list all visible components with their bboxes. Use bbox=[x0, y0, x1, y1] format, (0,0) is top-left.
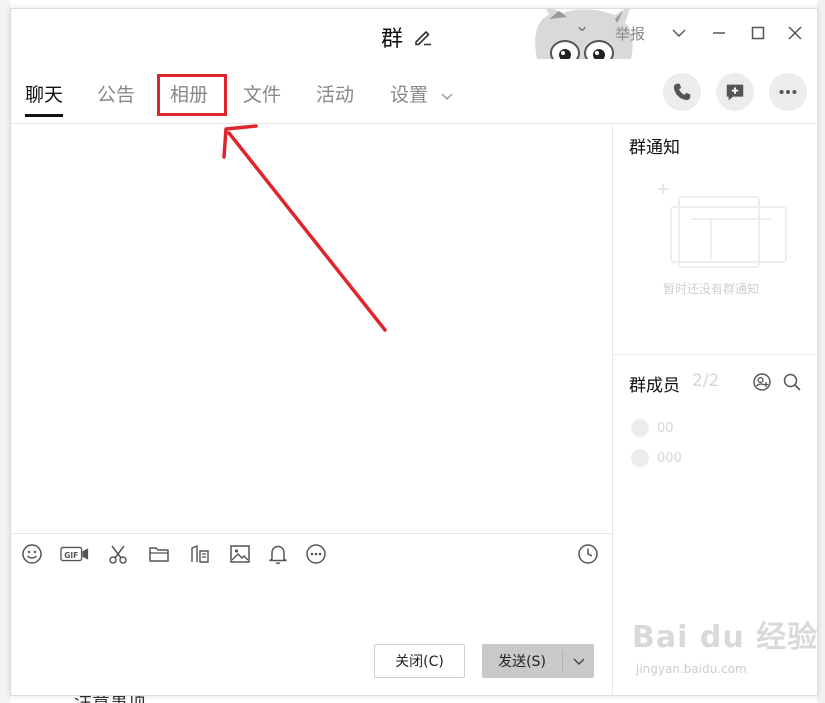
member-name: 000 bbox=[657, 450, 682, 466]
baidu-watermark: Bai du 经验 jingyan.baidu.com bbox=[632, 612, 822, 692]
member-name: 00 bbox=[657, 420, 674, 436]
close-button[interactable]: 关闭(C) bbox=[374, 644, 465, 678]
close-icon bbox=[788, 26, 802, 40]
watermark-logo-text: Bai du 经验 bbox=[632, 620, 819, 655]
screenshot-button[interactable] bbox=[105, 541, 131, 567]
report-link[interactable]: 举报 bbox=[615, 23, 645, 44]
tab-announcement[interactable]: 公告 bbox=[97, 83, 135, 117]
gif-icon: GIF bbox=[60, 546, 89, 562]
title-bar: 群 举报 bbox=[11, 9, 817, 61]
group-chat-window: 群 举报 聊天 公告 相册 文件 活动 设置 GIF 关闭(C) 发送(S) 群… bbox=[10, 8, 818, 696]
search-members-button[interactable] bbox=[781, 371, 803, 393]
new-message-button[interactable] bbox=[716, 73, 754, 111]
invite-member-button[interactable] bbox=[751, 371, 773, 393]
send-button-label: 发送(S) bbox=[498, 654, 546, 670]
send-button[interactable]: 发送(S) bbox=[482, 644, 594, 678]
phone-icon bbox=[673, 83, 691, 101]
send-file-button[interactable] bbox=[146, 541, 172, 567]
sidebar-section-divider bbox=[613, 354, 817, 355]
more-circle-icon bbox=[306, 544, 326, 564]
minimize-button[interactable] bbox=[707, 21, 731, 45]
edit-pencil-icon[interactable] bbox=[413, 27, 433, 47]
gif-button[interactable]: GIF bbox=[59, 541, 91, 567]
message-area[interactable] bbox=[11, 124, 612, 534]
chevron-down-icon bbox=[672, 29, 686, 38]
history-button[interactable] bbox=[575, 541, 601, 567]
dropdown-button[interactable] bbox=[667, 21, 691, 45]
send-image-button[interactable] bbox=[227, 541, 253, 567]
send-options-dropdown[interactable] bbox=[563, 654, 594, 668]
call-button[interactable] bbox=[663, 73, 701, 111]
rich-text-button[interactable] bbox=[187, 541, 213, 567]
message-input[interactable] bbox=[11, 575, 612, 637]
image-icon bbox=[230, 545, 250, 563]
search-icon bbox=[783, 373, 801, 391]
tab-bar: 聊天 公告 相册 文件 活动 设置 bbox=[11, 71, 611, 123]
message-add-icon bbox=[726, 84, 744, 101]
input-divider bbox=[11, 533, 612, 534]
member-list-item[interactable]: 000 bbox=[631, 447, 682, 469]
reminder-button[interactable] bbox=[265, 541, 291, 567]
clock-icon bbox=[578, 544, 598, 564]
rich-text-icon bbox=[191, 544, 209, 563]
group-notice-title: 群通知 bbox=[629, 138, 680, 158]
avatar bbox=[631, 449, 649, 467]
group-members-count: 2/2 bbox=[692, 371, 720, 391]
add-member-icon bbox=[753, 373, 771, 391]
tab-activity[interactable]: 活动 bbox=[316, 83, 354, 117]
chevron-down-icon bbox=[573, 658, 584, 665]
maximize-icon bbox=[751, 26, 765, 40]
close-window-button[interactable] bbox=[783, 21, 807, 45]
sidebar-divider bbox=[612, 124, 613, 695]
tab-files[interactable]: 文件 bbox=[243, 83, 281, 117]
tab-chat[interactable]: 聊天 bbox=[25, 83, 64, 117]
group-name: 群 bbox=[381, 27, 404, 52]
group-members-title: 群成员 bbox=[629, 376, 680, 396]
album-highlight-box bbox=[157, 74, 227, 116]
more-horizontal-icon bbox=[779, 89, 797, 95]
folder-icon bbox=[149, 547, 169, 562]
member-list-item[interactable]: 00 bbox=[631, 417, 674, 439]
empty-notice-illustration bbox=[658, 184, 787, 268]
more-tools-button[interactable] bbox=[303, 541, 329, 567]
svg-text:GIF: GIF bbox=[64, 551, 78, 560]
chevron-down-icon bbox=[441, 93, 453, 100]
notice-empty-text: 暂时还没有群通知 bbox=[663, 282, 760, 296]
tab-settings[interactable]: 设置 bbox=[390, 83, 454, 117]
maximize-button[interactable] bbox=[746, 21, 770, 45]
input-toolbar: GIF bbox=[11, 541, 612, 573]
avatar bbox=[631, 419, 649, 437]
window-title[interactable]: 群 bbox=[381, 21, 433, 53]
more-options-button[interactable] bbox=[769, 73, 807, 111]
bell-icon bbox=[269, 545, 287, 565]
minimize-icon bbox=[713, 32, 725, 34]
tab-settings-label: 设置 bbox=[390, 84, 429, 106]
emoji-icon bbox=[22, 544, 42, 564]
background-page-right bbox=[817, 0, 825, 703]
scissors-icon bbox=[109, 545, 127, 564]
watermark-url: jingyan.baidu.com bbox=[636, 662, 747, 676]
emoji-button[interactable] bbox=[19, 541, 45, 567]
background-page-left bbox=[0, 0, 10, 703]
